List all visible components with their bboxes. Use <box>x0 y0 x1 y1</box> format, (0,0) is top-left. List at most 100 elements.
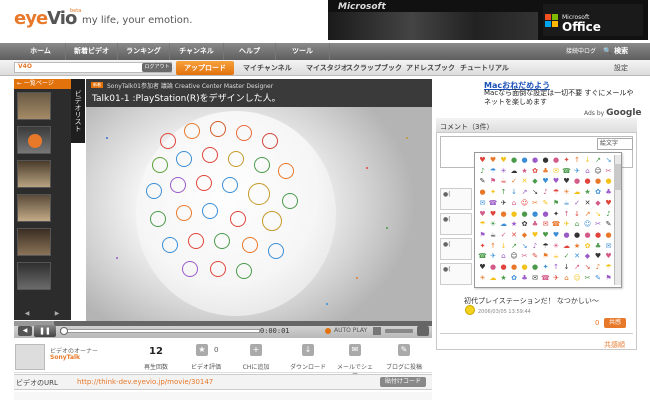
emoji-item[interactable]: ✓ <box>510 177 519 186</box>
emoji-item[interactable]: ✦ <box>478 242 487 251</box>
emoji-item[interactable]: ✂ <box>531 199 540 208</box>
emoji-item[interactable]: ● <box>531 156 540 165</box>
sort-by-empathy-link[interactable]: 共感順 <box>604 340 625 350</box>
emoji-item[interactable]: ☀ <box>478 274 487 283</box>
emoji-item[interactable]: ★ <box>573 242 582 251</box>
emoji-item[interactable]: ⌂ <box>510 199 519 208</box>
emoji-item[interactable]: ☀ <box>489 220 498 229</box>
emoji-item[interactable]: ✉ <box>552 167 561 176</box>
emoji-item[interactable]: ● <box>531 263 540 272</box>
emoji-item[interactable]: ☂ <box>478 220 487 229</box>
sidebar-thumbnail[interactable] <box>17 194 51 222</box>
emoji-item[interactable]: ● <box>520 263 529 272</box>
emoji-item[interactable]: ☕ <box>499 177 508 186</box>
nav-help[interactable]: ヘルプ <box>224 43 276 60</box>
emoji-item[interactable]: ♥ <box>478 210 487 219</box>
emoji-item[interactable]: ● <box>510 210 519 219</box>
emoji-item[interactable]: ↘ <box>583 263 592 272</box>
emoji-item[interactable]: ✈ <box>499 199 508 208</box>
emoji-item[interactable]: ♥ <box>541 231 550 240</box>
emoji-item[interactable]: ✿ <box>520 220 529 229</box>
emoji-item[interactable]: ● <box>604 231 613 240</box>
emoji-item[interactable]: ♪ <box>594 263 603 272</box>
emoji-item[interactable]: ☕ <box>562 199 571 208</box>
emoji-item[interactable]: ✂ <box>594 220 603 229</box>
sidebar-next-button[interactable]: ▶ <box>50 310 64 318</box>
blog-post-label[interactable]: ブログに投稿 <box>384 362 424 371</box>
subnav-settings[interactable]: 設定 <box>614 61 628 75</box>
nav-home[interactable]: ホーム <box>16 43 66 60</box>
emoji-item[interactable]: ● <box>541 210 550 219</box>
emoji-item[interactable]: ☎ <box>489 199 498 208</box>
emoji-item[interactable]: ✦ <box>541 263 550 272</box>
emoji-item[interactable]: ● <box>583 177 592 186</box>
emoji-item[interactable]: ☕ <box>552 252 561 261</box>
upload-button[interactable]: アップロード <box>176 61 234 75</box>
empathy-button[interactable]: 共感 <box>604 318 626 328</box>
emoji-item[interactable]: ✓ <box>562 252 571 261</box>
add-channel-icon[interactable]: + <box>250 344 262 356</box>
emoji-item[interactable]: ● <box>478 188 487 197</box>
emoji-item[interactable]: ● <box>541 156 550 165</box>
emoji-item[interactable]: ↓ <box>583 156 592 165</box>
emoji-item[interactable]: ★ <box>499 274 508 283</box>
fullscreen-button[interactable] <box>417 326 429 336</box>
paste-code-button[interactable]: 貼付けコード <box>380 377 426 387</box>
emoji-item[interactable]: ✦ <box>562 156 571 165</box>
emoji-item[interactable]: ☀ <box>552 242 561 251</box>
emoji-item[interactable]: ✉ <box>531 274 540 283</box>
emoji-item[interactable]: ☂ <box>541 242 550 251</box>
emoji-item[interactable]: ♣ <box>541 167 550 176</box>
emoji-item[interactable]: ⌂ <box>583 167 592 176</box>
emoji-item[interactable]: ♣ <box>594 242 603 251</box>
emoji-item[interactable]: ● <box>499 263 508 272</box>
emoji-item[interactable]: ★ <box>583 188 592 197</box>
sidebar-thumbnail[interactable] <box>17 92 51 120</box>
emoji-item[interactable]: ✎ <box>594 274 603 283</box>
emoji-item[interactable]: ↓ <box>573 210 582 219</box>
emoji-item[interactable]: ⌂ <box>499 252 508 261</box>
emoji-item[interactable]: ↑ <box>562 210 571 219</box>
emoji-item[interactable]: ● <box>552 156 561 165</box>
sidebar-thumbnail[interactable] <box>17 262 51 290</box>
emoji-item[interactable]: ☀ <box>562 188 571 197</box>
emoji-item[interactable]: ✦ <box>489 188 498 197</box>
owner-avatar[interactable] <box>15 344 45 370</box>
emoji-item[interactable]: ☁ <box>489 274 498 283</box>
emoji-item[interactable]: ☺ <box>573 274 582 283</box>
progress-handle[interactable] <box>60 327 68 335</box>
seek-bar[interactable] <box>14 321 432 326</box>
emoji-item[interactable]: ✎ <box>541 199 550 208</box>
progress-track[interactable] <box>60 329 260 333</box>
emoji-item[interactable]: ✕ <box>583 199 592 208</box>
emoji-item[interactable]: ✎ <box>531 252 540 261</box>
nav-channel[interactable]: チャンネル <box>170 43 224 60</box>
emoji-item[interactable]: ● <box>604 177 613 186</box>
emoji-item[interactable]: ● <box>520 210 529 219</box>
emoji-item[interactable]: ✎ <box>478 177 487 186</box>
emoji-item[interactable]: ↑ <box>552 263 561 272</box>
emoji-item[interactable]: ● <box>562 231 571 240</box>
emoji-item[interactable]: ♥ <box>478 263 487 272</box>
pause-button[interactable]: ❚❚ <box>34 325 56 337</box>
emoji-item[interactable]: ☺ <box>594 167 603 176</box>
emoji-item[interactable]: ● <box>489 263 498 272</box>
emoji-item[interactable]: ◆ <box>531 177 540 186</box>
emoji-item[interactable]: ☺ <box>583 220 592 229</box>
emoji-item[interactable]: ♥ <box>531 231 540 240</box>
rewind-button[interactable]: ◀ <box>18 326 32 336</box>
emoji-item[interactable]: ✕ <box>510 231 519 240</box>
emoji-item[interactable]: ☂ <box>489 167 498 176</box>
username[interactable]: V4O <box>18 63 32 70</box>
mail-share-icon[interactable]: ✉ <box>349 344 361 356</box>
volume-icon[interactable] <box>373 327 381 335</box>
emoji-item[interactable]: ↗ <box>594 156 603 165</box>
emoji-item[interactable]: ♪ <box>531 242 540 251</box>
video-frame[interactable] <box>86 107 432 321</box>
nav-log[interactable]: ログ <box>584 43 596 60</box>
emoji-item[interactable]: ↑ <box>499 188 508 197</box>
emoji-item[interactable]: ◆ <box>594 199 603 208</box>
autoplay-label[interactable]: AUTO PLAY <box>334 327 367 334</box>
emoji-item[interactable]: ✕ <box>573 252 582 261</box>
emoji-dropdown[interactable]: 絵文字 <box>597 138 633 150</box>
